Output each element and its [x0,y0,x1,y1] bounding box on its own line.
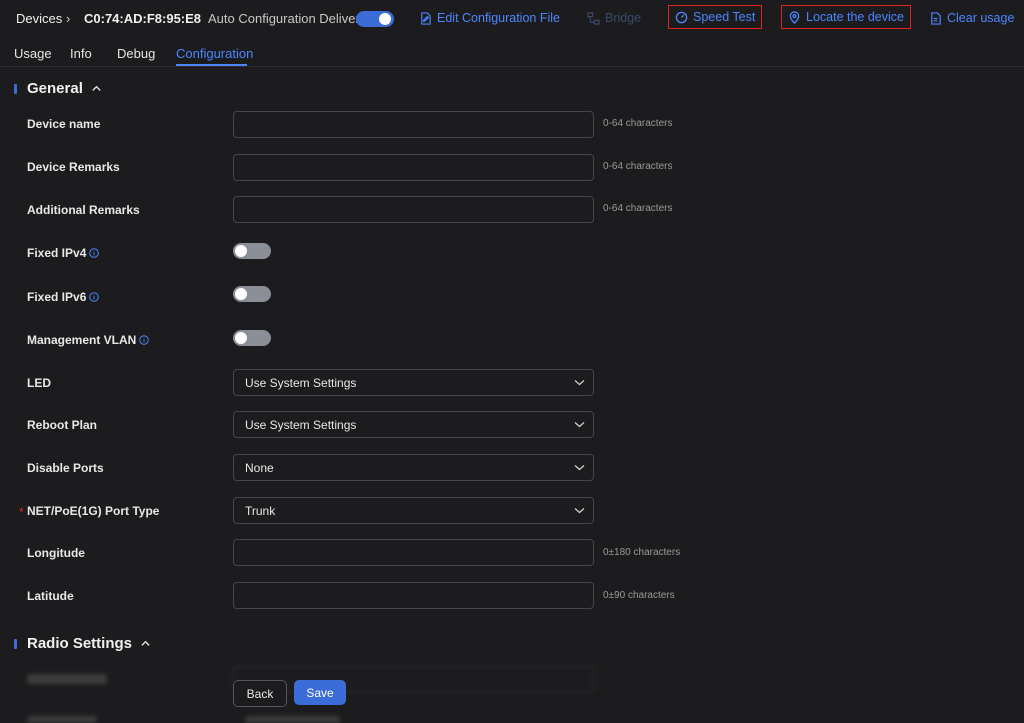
device-remarks-input[interactable] [233,154,594,181]
auto-config-label: Auto Configuration Delivery [208,11,367,26]
section-marker [14,638,17,649]
longitude-hint: 0±180 characters [603,547,681,558]
additional-remarks-label: Additional Remarks [27,203,140,217]
active-tab-indicator [176,64,247,66]
tab-configuration[interactable]: Configuration [176,46,253,61]
device-name-hint: 0-64 characters [603,118,673,129]
locate-device-button[interactable]: Locate the device [781,5,911,29]
latitude-label: Latitude [27,589,74,603]
auto-config-toggle[interactable] [356,11,394,27]
disable-ports-select[interactable]: None [233,454,594,481]
management-vlan-toggle[interactable] [233,330,271,346]
tab-info[interactable]: Info [70,46,92,61]
edit-config-button[interactable]: Edit Configuration File [419,11,560,25]
device-remarks-hint: 0-64 characters [603,161,673,172]
required-asterisk: * [19,505,24,519]
management-vlan-label-group: Management VLAN [27,333,150,347]
blurred-select [233,666,594,693]
chevron-down-icon [574,508,585,514]
breadcrumb-devices[interactable]: Devices [16,11,62,26]
info-icon[interactable] [89,292,100,302]
port-type-label: NET/PoE(1G) Port Type [27,504,160,518]
bridge-icon [587,11,600,25]
section-marker [14,83,17,94]
chevron-down-icon [574,380,585,386]
fixed-ipv4-label: Fixed IPv4 [27,246,87,260]
tab-usage[interactable]: Usage [14,46,52,61]
blurred-value [245,716,340,723]
led-select[interactable]: Use System Settings [233,369,594,396]
fixed-ipv4-label-group: Fixed IPv4 [27,246,100,260]
additional-remarks-input[interactable] [233,196,594,223]
bridge-button[interactable]: Bridge [587,11,641,25]
device-mac-title: C0:74:AD:F8:95:E8 [84,11,202,26]
reboot-plan-select[interactable]: Use System Settings [233,411,594,438]
edit-file-icon [421,11,431,25]
info-icon[interactable] [89,248,100,258]
top-bar: Devices › C0:74:AD:F8:95:E8 Auto Configu… [0,0,1024,38]
chevron-right-icon: › [66,11,71,26]
disable-ports-value: None [245,461,274,475]
tab-bar: Usage Info Debug Configuration [0,38,1024,67]
chevron-down-icon [574,422,585,428]
chevron-down-icon [574,465,585,471]
port-type-value: Trunk [245,504,276,518]
tab-debug[interactable]: Debug [117,46,155,61]
additional-remarks-hint: 0-64 characters [603,203,673,214]
chevron-up-icon [141,640,150,646]
radio-settings-section-header[interactable]: Radio Settings [14,635,151,652]
port-type-select[interactable]: Trunk [233,497,594,524]
management-vlan-label: Management VLAN [27,333,137,347]
device-name-input[interactable] [233,111,594,138]
speed-test-button[interactable]: Speed Test [668,5,763,29]
latitude-input[interactable] [233,582,594,609]
clear-usage-button[interactable]: Clear usage [929,11,1014,25]
save-button[interactable]: Save [294,680,346,705]
general-section-header[interactable]: General [14,80,102,97]
reboot-plan-value: Use System Settings [245,418,357,432]
fixed-ipv6-label: Fixed IPv6 [27,290,87,304]
reboot-plan-label: Reboot Plan [27,418,98,432]
info-icon[interactable] [139,335,150,345]
back-button[interactable]: Back [233,680,287,707]
device-remarks-label: Device Remarks [27,160,120,174]
speedometer-icon [675,11,688,23]
led-value: Use System Settings [245,376,357,390]
radio-settings-title: Radio Settings [27,635,133,652]
chevron-up-icon [92,85,101,91]
general-section-title: General [27,80,83,97]
fixed-ipv4-toggle[interactable] [233,243,271,259]
blurred-label [27,716,97,723]
longitude-label: Longitude [27,546,85,560]
fixed-ipv6-toggle[interactable] [233,286,271,302]
device-name-label: Device name [27,117,101,131]
longitude-input[interactable] [233,539,594,566]
latitude-hint: 0±90 characters [603,590,675,601]
location-pin-icon [789,10,800,24]
fixed-ipv6-label-group: Fixed IPv6 [27,290,100,304]
disable-ports-label: Disable Ports [27,461,104,475]
clear-document-icon [931,11,941,25]
led-label: LED [27,376,51,390]
blurred-label [27,674,107,684]
